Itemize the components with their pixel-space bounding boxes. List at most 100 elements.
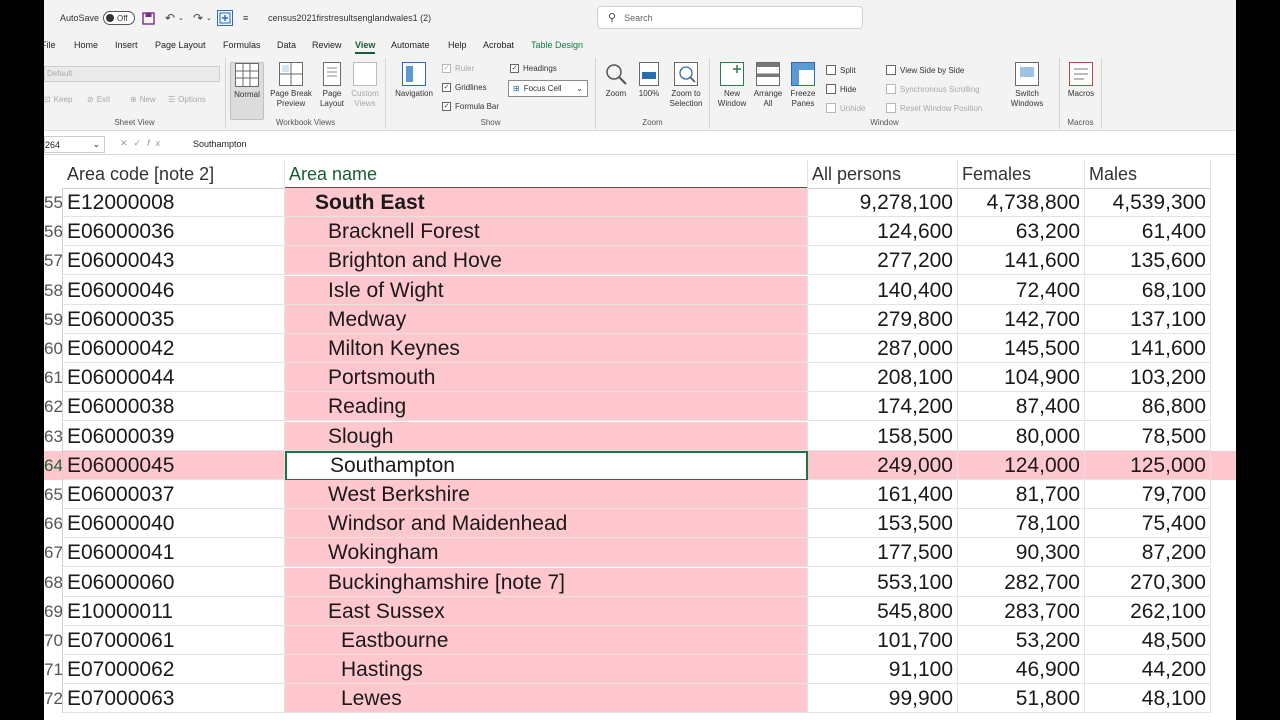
row-number[interactable]: 70 — [44, 626, 63, 655]
cell-males[interactable]: 68,100 — [1085, 276, 1211, 305]
cell-all-persons[interactable]: 249,000 — [808, 451, 958, 480]
options-button[interactable]: ☰ Options — [168, 95, 206, 104]
cell-males[interactable]: 48,500 — [1085, 626, 1211, 655]
cell-males[interactable]: 4,539,300 — [1085, 188, 1211, 217]
cell-area-code[interactable]: E07000061 — [63, 626, 285, 655]
cell-area-code[interactable]: E06000043 — [63, 246, 285, 275]
hide-button[interactable]: Hide — [826, 84, 856, 94]
column-header-all-persons[interactable]: All persons — [808, 160, 958, 189]
name-box[interactable]: 264 ⌄ — [44, 136, 105, 153]
zoom-100-button[interactable]: 100% — [636, 62, 662, 99]
cell-females[interactable]: 4,738,800 — [958, 188, 1085, 217]
tab-help[interactable]: Help — [448, 40, 467, 50]
navigation-button[interactable]: Navigation — [392, 62, 436, 99]
cell-area-name[interactable]: Reading — [285, 392, 808, 421]
cell-area-name[interactable]: Milton Keynes — [285, 334, 808, 363]
cell-all-persons[interactable]: 174,200 — [808, 392, 958, 421]
cell-females[interactable]: 141,600 — [958, 246, 1085, 275]
cell-area-code[interactable]: E06000038 — [63, 392, 285, 421]
cell-females[interactable]: 46,900 — [958, 655, 1085, 684]
save-button[interactable] — [140, 0, 156, 36]
gridlines-checkbox[interactable]: ✓ Gridlines — [442, 83, 487, 92]
tab-formulas[interactable]: Formulas — [223, 40, 261, 50]
cell-females[interactable]: 104,900 — [958, 363, 1085, 392]
row-number[interactable]: 66 — [44, 509, 63, 538]
cell-area-code[interactable]: E07000062 — [63, 655, 285, 684]
row-number[interactable]: 55 — [44, 188, 63, 217]
formula-bar-checkbox[interactable]: ✓ Formula Bar — [442, 102, 499, 111]
view-side-by-side-button[interactable]: View Side by Side — [886, 65, 964, 75]
cell-all-persons[interactable]: 124,600 — [808, 217, 958, 246]
cell-males[interactable]: 103,200 — [1085, 363, 1211, 392]
synchronous-scrolling-button[interactable]: Synchronous Scrolling — [886, 84, 980, 94]
column-header-females[interactable]: Females — [958, 160, 1085, 189]
row-number[interactable]: 62 — [44, 392, 63, 421]
row-number[interactable]: 69 — [44, 597, 63, 626]
cell-area-code[interactable]: E10000011 — [63, 597, 285, 626]
cell-all-persons[interactable]: 91,100 — [808, 655, 958, 684]
split-button[interactable]: Split — [826, 65, 856, 75]
customize-qat-button[interactable]: ≡ — [243, 0, 248, 36]
cell-all-persons[interactable]: 287,000 — [808, 334, 958, 363]
cell-females[interactable]: 53,200 — [958, 626, 1085, 655]
zoom-button[interactable]: Zoom — [602, 62, 630, 99]
sheet-view-dropdown[interactable]: Default — [44, 66, 220, 82]
cell-males[interactable]: 262,100 — [1085, 597, 1211, 626]
formula-content[interactable]: Southampton — [193, 139, 247, 149]
row-number[interactable]: 60 — [44, 334, 63, 363]
cell-males[interactable]: 125,000 — [1085, 451, 1211, 480]
cell-males[interactable]: 44,200 — [1085, 655, 1211, 684]
tab-data[interactable]: Data — [277, 40, 296, 50]
cell-area-code[interactable]: E06000039 — [63, 422, 285, 451]
column-header-area-code[interactable]: Area code [note 2] — [63, 160, 285, 189]
cell-area-code[interactable]: E07000063 — [63, 684, 285, 713]
cell-area-name[interactable]: South East — [285, 188, 808, 217]
cell-area-code[interactable]: E06000036 — [63, 217, 285, 246]
row-number[interactable]: 56 — [44, 217, 63, 246]
exit-button[interactable]: ⊘ Exit — [87, 95, 110, 104]
page-layout-button[interactable]: Page Layout — [316, 62, 348, 109]
cell-area-code[interactable]: E06000035 — [63, 305, 285, 334]
freeze-panes-button[interactable]: Freeze Panes — [786, 62, 820, 109]
cell-males[interactable]: 86,800 — [1085, 392, 1211, 421]
ruler-checkbox[interactable]: ✓ Ruler — [442, 64, 474, 73]
keep-button[interactable]: ⊡ Keep — [44, 95, 72, 104]
cell-area-name[interactable]: Brighton and Hove — [285, 246, 808, 275]
row-number[interactable]: 57 — [44, 246, 63, 275]
tab-insert[interactable]: Insert — [115, 40, 138, 50]
cell-females[interactable]: 283,700 — [958, 597, 1085, 626]
cell-females[interactable]: 87,400 — [958, 392, 1085, 421]
row-number[interactable]: 68 — [44, 568, 63, 597]
cell-females[interactable]: 124,000 — [958, 451, 1085, 480]
tab-table-design[interactable]: Table Design — [531, 40, 583, 50]
cell-all-persons[interactable]: 9,278,100 — [808, 188, 958, 217]
search-box[interactable]: ⚲ Search — [597, 6, 863, 29]
reset-window-position-button[interactable]: Reset Window Position — [886, 103, 982, 113]
tab-review[interactable]: Review — [312, 40, 342, 50]
redo-button[interactable]: ↷ ⌄ — [190, 0, 212, 36]
macros-button[interactable]: Macros — [1064, 62, 1098, 99]
row-number[interactable]: 71 — [44, 655, 63, 684]
cell-all-persons[interactable]: 158,500 — [808, 422, 958, 451]
cell-area-code[interactable]: E06000042 — [63, 334, 285, 363]
cell-all-persons[interactable]: 153,500 — [808, 509, 958, 538]
cell-area-name[interactable]: Eastbourne — [285, 626, 808, 655]
new-window-button[interactable]: New Window — [714, 62, 750, 109]
cell-males[interactable]: 270,300 — [1085, 568, 1211, 597]
cell-area-name[interactable]: Wokingham — [285, 538, 808, 567]
tab-view[interactable]: View — [355, 40, 376, 54]
undo-button[interactable]: ↶ ⌄ — [162, 0, 184, 36]
cell-area-code[interactable]: E06000037 — [63, 480, 285, 509]
page-break-preview-button[interactable]: Page Break Preview — [268, 62, 314, 109]
cell-males[interactable]: 137,100 — [1085, 305, 1211, 334]
cancel-icon[interactable]: ✕ — [120, 138, 134, 148]
cell-males[interactable]: 75,400 — [1085, 509, 1211, 538]
cell-males[interactable]: 48,100 — [1085, 684, 1211, 713]
new-sheet-view-button[interactable]: ⊕ New — [130, 95, 156, 104]
cell-females[interactable]: 78,100 — [958, 509, 1085, 538]
row-number[interactable]: 59 — [44, 305, 63, 334]
cell-males[interactable]: 79,700 — [1085, 480, 1211, 509]
add-on-button[interactable] — [217, 0, 233, 36]
cell-area-name[interactable]: Lewes — [285, 684, 808, 713]
row-number[interactable]: 67 — [44, 538, 63, 567]
